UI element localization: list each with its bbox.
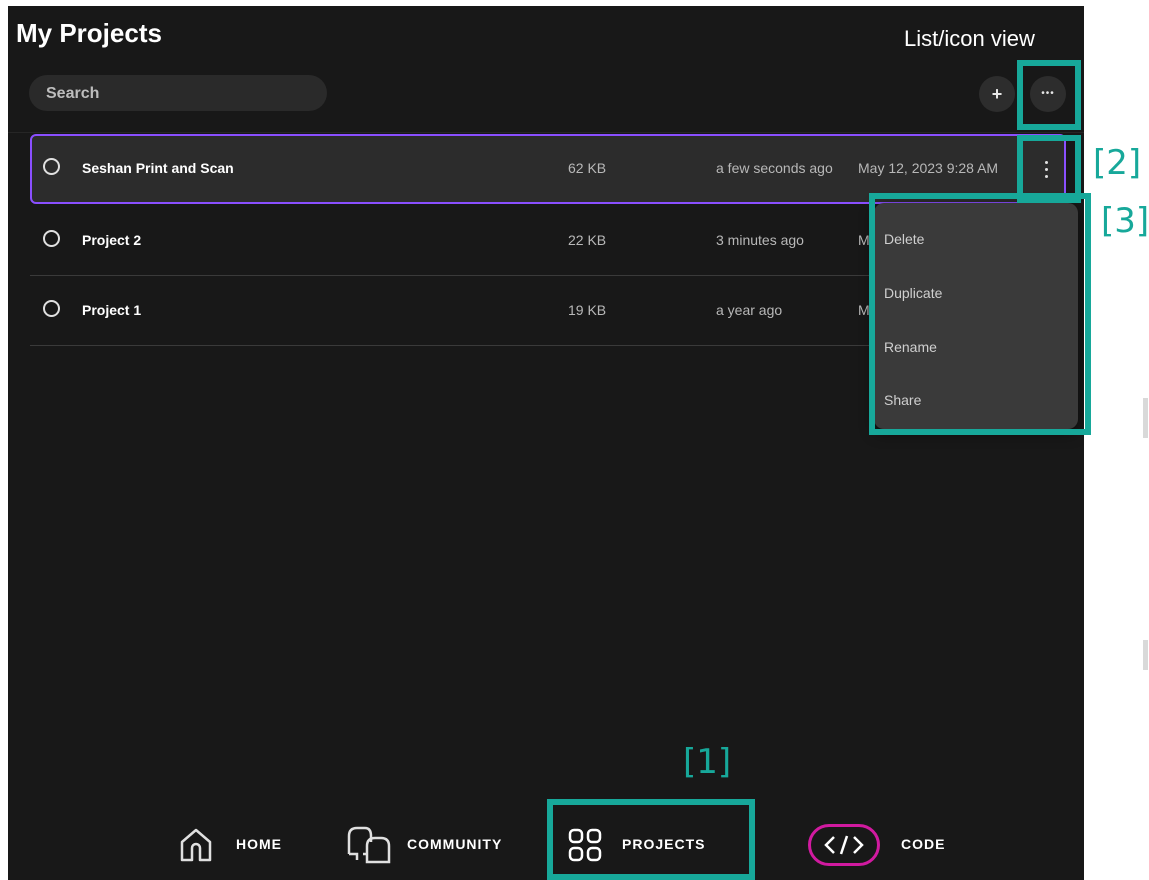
project-name: Project 1 xyxy=(82,302,142,318)
project-created: M xyxy=(858,232,870,248)
add-project-button[interactable]: + xyxy=(979,76,1015,112)
background-fragment xyxy=(1143,640,1148,670)
header-divider xyxy=(8,132,1084,133)
project-modified: a year ago xyxy=(716,302,783,318)
home-icon xyxy=(180,828,212,862)
nav-community-label: COMMUNITY xyxy=(407,836,503,852)
select-radio[interactable] xyxy=(43,300,60,317)
project-size: 62 KB xyxy=(568,160,607,176)
annotation-box-projects xyxy=(547,799,755,880)
nav-home-label: HOME xyxy=(236,836,282,852)
project-created: May 12, 2023 9:28 AM xyxy=(858,160,999,176)
select-radio[interactable] xyxy=(43,158,60,175)
project-name: Project 2 xyxy=(82,232,142,248)
nav-home[interactable]: HOME xyxy=(178,824,288,866)
project-created: M xyxy=(858,302,870,318)
nav-code-label: CODE xyxy=(901,836,946,852)
project-modified: a few seconds ago xyxy=(716,160,833,176)
nav-community[interactable]: COMMUNITY xyxy=(343,824,503,866)
page-title: My Projects xyxy=(16,18,162,48)
annotation-marker-3: [3] xyxy=(1101,201,1149,241)
search-input[interactable]: Search xyxy=(29,75,327,111)
project-name: Seshan Print and Scan xyxy=(82,160,234,176)
annotation-marker-2: [2] xyxy=(1093,143,1142,183)
community-icon xyxy=(347,826,391,864)
code-icon xyxy=(824,835,864,855)
project-modified: 3 minutes ago xyxy=(716,232,804,248)
nav-code[interactable]: CODE xyxy=(808,824,948,866)
annotation-marker-1: [1] xyxy=(683,742,732,782)
list-icon-view-annotation: List/icon view xyxy=(904,26,1035,51)
project-size: 19 KB xyxy=(568,302,607,318)
project-size: 22 KB xyxy=(568,232,607,248)
annotation-box-menu xyxy=(869,193,1091,435)
app-window: My Projects Search + ••• Seshan Print an… xyxy=(8,6,1084,880)
background-fragment xyxy=(1143,398,1148,438)
annotation-box-more xyxy=(1017,60,1081,130)
search-placeholder: Search xyxy=(46,85,100,102)
select-radio[interactable] xyxy=(43,230,60,247)
